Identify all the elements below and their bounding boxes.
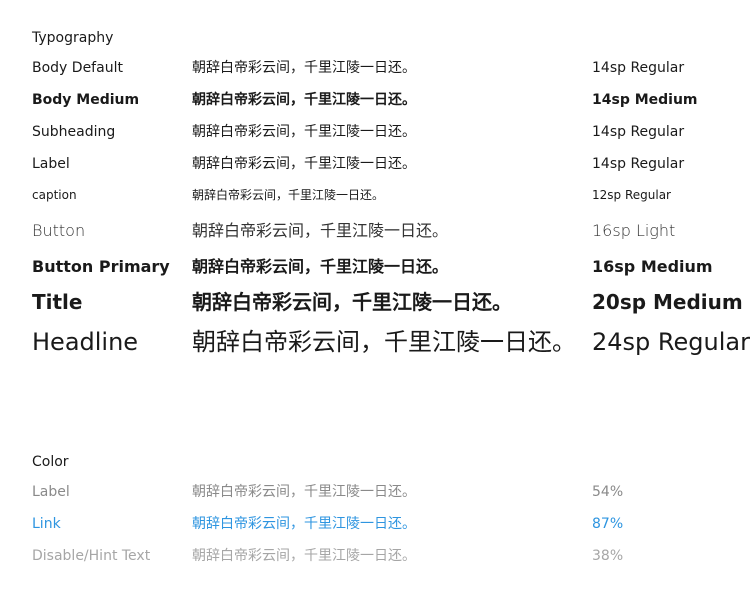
style-sample: 朝辞白帝彩云间，千里江陵一日还。 [192,156,416,172]
color-sample: 朝辞白帝彩云间，千里江陵一日还。 [192,516,416,532]
typography-row-headline: Headline 朝辞白帝彩云间，千里江陵一日还。 24sp Regular [0,330,755,370]
style-name: Headline [32,328,139,356]
style-sample: 朝辞白帝彩云间，千里江陵一日还。 [192,124,416,140]
color-opacity: 87% [592,516,624,532]
style-spec: 20sp Medium [592,290,743,314]
style-name: Body Medium [32,92,140,108]
color-sample: 朝辞白帝彩云间，千里江陵一日还。 [192,548,416,564]
style-spec: 14sp Regular [592,124,685,140]
style-spec: 16sp Light [592,221,676,240]
style-sample: 朝辞白帝彩云间，千里江陵一日还。 [192,257,449,276]
color-name: Link [32,516,61,532]
typography-heading: Typography [32,30,114,46]
style-name: Label [32,156,70,172]
color-heading: Color [32,454,69,470]
style-name: Body Default [32,60,123,76]
color-opacity: 38% [592,548,624,564]
style-spec: 14sp Regular [592,156,685,172]
style-sample: 朝辞白帝彩云间，千里江陵一日还。 [192,92,416,108]
style-spec: 24sp Regular [592,328,750,356]
style-sample: 朝辞白帝彩云间，千里江陵一日还。 [192,328,576,356]
color-name: Label [32,484,70,500]
color-opacity: 54% [592,484,624,500]
typography-row-title: Title 朝辞白帝彩云间，千里江陵一日还。 20sp Medium [0,292,755,332]
style-name: Button [32,221,86,240]
style-spec: 12sp Regular [592,188,671,202]
style-spec: 14sp Regular [592,60,685,76]
style-spec: 14sp Medium [592,92,698,108]
style-sample: 朝辞白帝彩云间，千里江陵一日还。 [192,188,385,202]
style-sample: 朝辞白帝彩云间，千里江陵一日还。 [192,60,416,76]
style-name: caption [32,188,77,202]
color-sample: 朝辞白帝彩云间，千里江陵一日还。 [192,484,416,500]
style-sample: 朝辞白帝彩云间，千里江陵一日还。 [192,221,449,240]
color-name: Disable/Hint Text [32,548,151,564]
style-spec: 16sp Medium [592,257,713,276]
style-name: Subheading [32,124,116,140]
style-sample: 朝辞白帝彩云间，千里江陵一日还。 [192,290,512,314]
style-name: Button Primary [32,257,170,276]
color-row-disable-hint-text: Disable/Hint Text 朝辞白帝彩云间，千里江陵一日还。 38% [0,549,755,589]
style-name: Title [32,290,83,314]
